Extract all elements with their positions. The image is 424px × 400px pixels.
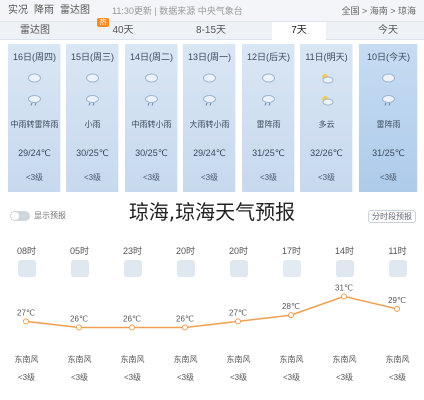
temperature-label: 26℃ bbox=[70, 315, 88, 324]
hour-wind-level: <3级 bbox=[17, 373, 36, 382]
day-column[interactable]: 12日(后天) 雷阵雨 31/25℃ <3级 bbox=[242, 44, 295, 192]
hour-wind-level: <3级 bbox=[123, 373, 142, 382]
condition-label: 多云 bbox=[318, 120, 335, 129]
cloud-icon bbox=[86, 73, 99, 83]
rain-icon bbox=[145, 95, 158, 106]
rain-icon bbox=[86, 95, 99, 106]
temperature-label: 31℃ bbox=[335, 283, 353, 292]
cloud-icon bbox=[145, 73, 158, 83]
hourly-temperature-chart: 27℃ 26℃ 26℃ 26℃ 27℃ 28℃ 31℃ 29℃ bbox=[17, 283, 406, 331]
day-label: 13日(周一) bbox=[187, 52, 231, 62]
tab-radar[interactable]: 雷达图 bbox=[60, 3, 90, 19]
wind-level: <3级 bbox=[200, 173, 219, 182]
hour-wind: 东南风 bbox=[226, 355, 251, 364]
rain-icon bbox=[262, 95, 275, 106]
condition-label: 小雨 bbox=[84, 120, 101, 129]
hour-wind-level: <3级 bbox=[70, 373, 89, 382]
temp-range: 29/24℃ bbox=[18, 148, 51, 158]
hour-wind: 东南风 bbox=[173, 355, 198, 364]
day-label: 11日(明天) bbox=[305, 52, 348, 62]
cloud-icon bbox=[262, 73, 275, 83]
temperature-label: 29℃ bbox=[388, 296, 406, 305]
day-column[interactable]: 16日(周四) 中雨转雷阵雨 29/24℃ <3级 bbox=[8, 44, 61, 192]
day-label: 14日(周二) bbox=[129, 52, 173, 62]
tab-today[interactable]: 今天 bbox=[360, 22, 416, 40]
temperature-point bbox=[288, 312, 294, 319]
temp-range: 31/25℃ bbox=[252, 148, 285, 158]
cloud-icon bbox=[203, 73, 216, 83]
cloud-icon bbox=[382, 73, 395, 83]
rain-icon bbox=[28, 95, 41, 106]
condition-label: 雷阵雨 bbox=[256, 120, 281, 129]
temperature-point bbox=[23, 318, 29, 325]
page-title: 琼海,琼海天气预报 bbox=[128, 200, 296, 224]
hour-wind: 东南风 bbox=[332, 355, 357, 364]
tab-radar-2[interactable]: 雷达图 bbox=[8, 22, 62, 40]
day-column[interactable]: 14日(周二) 中雨转小雨 30/25℃ <3级 bbox=[125, 44, 178, 192]
condition-label: 大雨转小雨 bbox=[189, 120, 230, 129]
wind-level: <3级 bbox=[259, 173, 278, 182]
hour-wind-level: <3级 bbox=[229, 373, 248, 382]
day-label: 12日(后天) bbox=[246, 52, 290, 62]
temp-range: 30/25℃ bbox=[76, 148, 109, 158]
temperature-point bbox=[182, 324, 188, 331]
temperature-label: 27℃ bbox=[17, 308, 35, 317]
day-label: 10日(今天) bbox=[366, 52, 410, 62]
day-column-today[interactable]: 10日(今天) 雷阵雨 31/25℃ <3级 bbox=[359, 44, 418, 192]
hour-wind: 东南风 bbox=[385, 355, 410, 364]
tab-8-15-days[interactable]: 8-15天 bbox=[184, 22, 238, 40]
sun-cloud-icon bbox=[322, 74, 334, 84]
hot-badge: 热 bbox=[97, 18, 109, 27]
update-text: 11:30更新 | 数据来源 中央气象台 bbox=[112, 6, 243, 16]
condition-label: 中雨转小雨 bbox=[131, 120, 172, 129]
hour-wind-level: <3级 bbox=[176, 373, 195, 382]
temperature-label: 26℃ bbox=[176, 315, 194, 324]
daily-forecast: 16日(周四) 中雨转雷阵雨 29/24℃ <3级 15日(周三) 小雨 30/… bbox=[8, 44, 418, 192]
temp-range: 31/25℃ bbox=[372, 148, 405, 158]
rain-icon bbox=[382, 95, 395, 106]
range-tabs: 雷达图 40天 热 8-15天 7天 今天 bbox=[0, 18, 424, 40]
hour-wind-level: <3级 bbox=[335, 373, 354, 382]
temp-range: 29/24℃ bbox=[193, 148, 226, 158]
temp-range: 32/26℃ bbox=[310, 148, 343, 158]
tab-live[interactable]: 实况 bbox=[8, 3, 28, 19]
wind-level: <3级 bbox=[379, 173, 398, 182]
breadcrumb[interactable]: 全国 > 海南 > 琼海 bbox=[341, 3, 416, 19]
tab-7-days[interactable]: 7天 bbox=[272, 22, 326, 40]
hour-wind: 东南风 bbox=[14, 355, 39, 364]
condition-label: 中雨转雷阵雨 bbox=[10, 120, 59, 129]
hour-wind: 东南风 bbox=[67, 355, 92, 364]
condition-label: 雷阵雨 bbox=[376, 120, 401, 129]
temperature-point bbox=[76, 324, 82, 331]
temperature-point bbox=[341, 293, 347, 300]
day-label: 16日(周四) bbox=[12, 52, 56, 62]
wind-level: <3级 bbox=[317, 173, 336, 182]
temperature-label: 28℃ bbox=[282, 302, 300, 311]
hour-wind: 东南风 bbox=[279, 355, 304, 364]
day-column[interactable]: 13日(周一) 大雨转小雨 29/24℃ <3级 bbox=[183, 44, 236, 192]
day-column[interactable]: 15日(周三) 小雨 30/25℃ <3级 bbox=[66, 44, 119, 192]
temperature-point bbox=[129, 324, 135, 331]
temperature-point bbox=[394, 305, 400, 312]
day-column[interactable]: 11日(明天) 多云 32/26℃ <3级 bbox=[300, 44, 353, 192]
top-bar: 实况 降雨 雷达图 11:30更新 | 数据来源 中央气象台 全国 > 海南 >… bbox=[0, 0, 424, 22]
wind-level: <3级 bbox=[25, 173, 44, 182]
temperature-point bbox=[235, 318, 241, 325]
temperature-label: 27℃ bbox=[229, 308, 247, 317]
hour-wind: 东南风 bbox=[120, 355, 145, 364]
tab-rain[interactable]: 降雨 bbox=[34, 3, 54, 19]
temperature-label: 26℃ bbox=[123, 315, 141, 324]
cloud-icon bbox=[28, 73, 41, 83]
wind-level: <3级 bbox=[83, 173, 102, 182]
rain-icon bbox=[203, 95, 216, 106]
hour-wind-level: <3级 bbox=[282, 373, 301, 382]
day-label: 15日(周三) bbox=[70, 52, 114, 62]
hour-wind-level: <3级 bbox=[388, 373, 407, 382]
wind-level: <3级 bbox=[142, 173, 161, 182]
cloud-sun-icon bbox=[322, 96, 334, 106]
temp-range: 30/25℃ bbox=[135, 148, 168, 158]
